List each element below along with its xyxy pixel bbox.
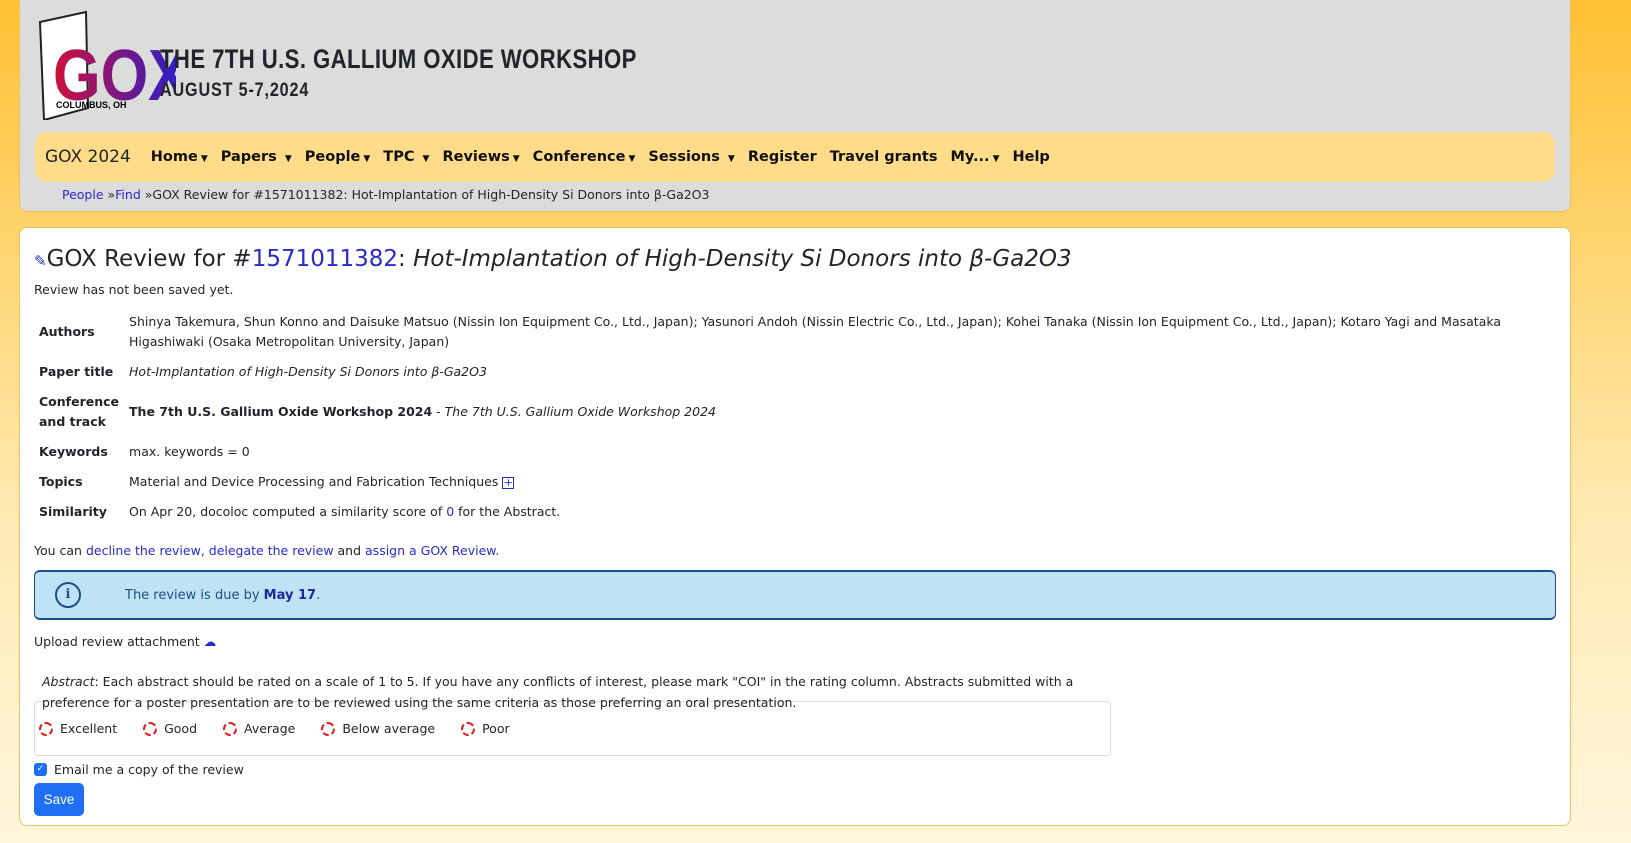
delegate-review-link[interactable]: delegate the review <box>209 543 334 558</box>
navbar: GOX 2024 Home ▼ Papers ▼ People ▼ TPC ▼ Re… <box>35 132 1555 182</box>
rating-poor[interactable]: Poor <box>457 721 510 736</box>
nav-tpc[interactable]: TPC ▼ <box>383 149 429 165</box>
upload-attachment[interactable]: Upload review attachment ☁ <box>34 634 1556 649</box>
detail-row: Topics Material and Device Processing and… <box>39 474 515 489</box>
rating-good[interactable]: Good <box>139 721 197 736</box>
assign-review-link[interactable]: assign a GOX Review <box>365 543 495 558</box>
detail-row: Conference and track The 7th U.S. Gallium… <box>39 394 716 429</box>
due-date-alert: i The review is due by May 17. <box>34 570 1556 620</box>
breadcrumb-find[interactable]: Find <box>115 187 141 202</box>
nav-conference[interactable]: Conference ▼ <box>533 149 636 165</box>
expand-plus-icon[interactable]: + <box>502 477 515 489</box>
radio-icon <box>223 721 237 736</box>
nav-travel-grants[interactable]: Travel grants <box>830 149 938 165</box>
nav-papers[interactable]: Papers ▼ <box>221 149 292 165</box>
caret-down-icon: ▼ <box>422 154 430 164</box>
workshop-date: AUGUST 5-7,2024 <box>160 80 310 101</box>
breadcrumb-current: »GOX Review for #1571011382: Hot-Implant… <box>140 187 710 202</box>
checkbox-checked-icon[interactable]: ✓ <box>34 763 47 776</box>
edit-icon[interactable]: ✎ <box>34 252 47 270</box>
review-actions: You can decline the review, delegate the… <box>34 543 500 558</box>
radio-icon <box>143 721 158 736</box>
caret-down-icon: ▼ <box>284 154 292 164</box>
detail-row: Authors Shinya Takemura, Shun Konno and D… <box>39 314 1502 349</box>
nav-help[interactable]: Help <box>1012 149 1049 165</box>
rating-excellent[interactable]: Excellent <box>35 721 117 736</box>
detail-row: Keywords max. keywords = 0 <box>39 444 250 459</box>
paper-details: Authors Shinya Takemura, Shun Konno and D… <box>34 307 1556 527</box>
nav-home[interactable]: Home ▼ <box>151 149 208 165</box>
abstract-instructions: Abstract: Each abstract should be rated … <box>42 674 1074 710</box>
nav-people[interactable]: People ▼ <box>305 149 371 165</box>
save-button[interactable]: Save <box>34 783 84 816</box>
save-status: Review has not been saved yet. <box>34 282 234 297</box>
rating-average[interactable]: Average <box>219 721 295 736</box>
caret-down-icon: ▼ <box>992 154 1000 164</box>
svg-text:COLUMBUS, OH: COLUMBUS, OH <box>56 100 127 110</box>
caret-down-icon: ▼ <box>727 154 735 164</box>
page-title: ✎GOX Review for #1571011382: Hot-Implant… <box>34 246 1072 272</box>
radio-icon <box>461 721 476 736</box>
nav-reviews[interactable]: Reviews ▼ <box>442 149 519 165</box>
nav-my[interactable]: My... ▼ <box>950 149 999 165</box>
rating-below-average[interactable]: Below average <box>317 721 435 736</box>
decline-review-link[interactable]: decline the review <box>86 543 201 558</box>
email-copy-checkbox[interactable]: ✓ Email me a copy of the review <box>34 762 1556 777</box>
radio-icon <box>39 721 53 736</box>
info-icon: i <box>55 582 81 608</box>
paper-id-link[interactable]: 1571011382 <box>252 246 398 272</box>
cloud-upload-icon[interactable]: ☁ <box>204 634 217 649</box>
due-date: May 17 <box>263 587 317 603</box>
nav-register[interactable]: Register <box>748 149 817 165</box>
breadcrumb: People »Find »GOX Review for #1571011382… <box>62 187 710 202</box>
workshop-title: THE 7TH U.S. GALLIUM OXIDE WORKSHOP <box>160 44 637 74</box>
caret-down-icon: ▼ <box>628 154 636 164</box>
detail-row: Similarity On Apr 20, docoloc computed a … <box>39 504 561 519</box>
breadcrumb-people[interactable]: People <box>62 187 104 202</box>
gox-logo[interactable]: GOX COLUMBUS, OH <box>36 8 176 120</box>
similarity-score-link[interactable]: 0 <box>446 504 454 519</box>
detail-row: Paper title Hot-Implantation of High-Dens… <box>39 364 487 379</box>
radio-icon <box>321 721 336 736</box>
site-header: GOX COLUMBUS, OH THE 7TH U.S. GALLIUM OX… <box>19 0 1571 212</box>
review-card: ✎GOX Review for #1571011382: Hot-Implant… <box>19 227 1571 826</box>
caret-down-icon: ▼ <box>512 154 520 164</box>
nav-sessions[interactable]: Sessions ▼ <box>648 149 734 165</box>
nav-brand[interactable]: GOX 2024 <box>45 147 131 167</box>
caret-down-icon: ▼ <box>363 154 371 164</box>
caret-down-icon: ▼ <box>200 154 208 164</box>
